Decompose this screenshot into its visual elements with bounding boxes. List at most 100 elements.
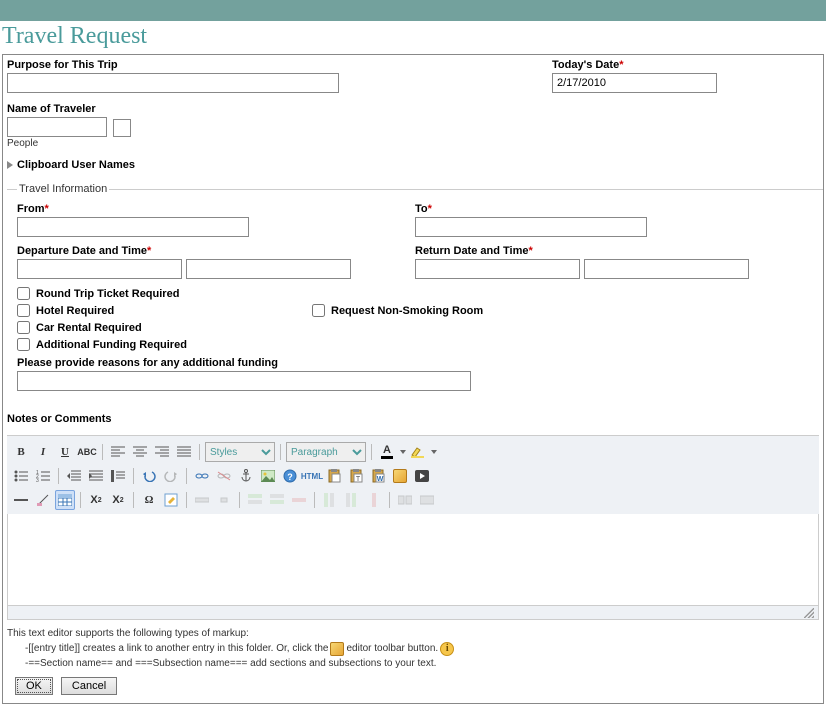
- return-date-input[interactable]: [415, 259, 580, 279]
- align-left-button[interactable]: [108, 442, 128, 462]
- chevron-right-icon: [7, 161, 13, 169]
- superscript-button[interactable]: X2: [108, 490, 128, 510]
- unordered-list-button[interactable]: [11, 466, 31, 486]
- today-date-input[interactable]: [552, 73, 717, 93]
- help-button[interactable]: ?: [280, 466, 300, 486]
- separator-icon: [389, 492, 390, 508]
- traveler-helper: People: [7, 138, 819, 149]
- svg-text:3: 3: [36, 478, 39, 482]
- car-rental-label: Car Rental Required: [36, 322, 142, 334]
- clipboard-toggle[interactable]: Clipboard User Names: [7, 159, 819, 171]
- nonsmoking-label: Request Non-Smoking Room: [331, 305, 483, 317]
- info-icon[interactable]: i: [440, 642, 454, 656]
- separator-icon: [371, 444, 372, 460]
- align-center-button[interactable]: [130, 442, 150, 462]
- table-button[interactable]: [55, 490, 75, 510]
- italic-button[interactable]: I: [33, 442, 53, 462]
- car-rental-checkbox[interactable]: [17, 321, 30, 334]
- split-cells-button[interactable]: [395, 490, 415, 510]
- separator-icon: [80, 492, 81, 508]
- reasons-input[interactable]: [17, 371, 471, 391]
- remove-format-button[interactable]: [33, 490, 53, 510]
- editor-textarea[interactable]: [7, 514, 819, 606]
- paragraph-select[interactable]: Paragraph: [286, 442, 366, 462]
- undo-button[interactable]: [139, 466, 159, 486]
- paste-button[interactable]: [324, 466, 344, 486]
- horizontal-rule-button[interactable]: [11, 490, 31, 510]
- table-cell-props-button[interactable]: [214, 490, 234, 510]
- departure-date-input[interactable]: [17, 259, 182, 279]
- traveler-input[interactable]: [7, 117, 107, 137]
- merge-cells-button[interactable]: [417, 490, 437, 510]
- clipboard-label: Clipboard User Names: [17, 159, 135, 171]
- delete-row-button[interactable]: [289, 490, 309, 510]
- cube-icon: [393, 469, 407, 483]
- return-time-input[interactable]: [584, 259, 749, 279]
- image-button[interactable]: [258, 466, 278, 486]
- editor-help-text: This text editor supports the following …: [7, 626, 819, 671]
- separator-icon: [239, 492, 240, 508]
- blockquote-button[interactable]: [108, 466, 128, 486]
- indent-button[interactable]: [86, 466, 106, 486]
- link-entry-button[interactable]: [390, 466, 410, 486]
- insert-col-before-button[interactable]: [320, 490, 340, 510]
- highlight-color-button[interactable]: [408, 442, 428, 462]
- delete-col-button[interactable]: [364, 490, 384, 510]
- nonsmoking-checkbox[interactable]: [312, 304, 325, 317]
- dropdown-caret-icon[interactable]: [400, 450, 406, 454]
- unlink-button[interactable]: [214, 466, 234, 486]
- travel-information-legend: Travel Information: [17, 183, 109, 195]
- html-source-button[interactable]: HTML: [302, 466, 322, 486]
- redo-button[interactable]: [161, 466, 181, 486]
- purpose-input[interactable]: [7, 73, 339, 93]
- resize-grip-icon[interactable]: [804, 608, 814, 618]
- outdent-button[interactable]: [64, 466, 84, 486]
- align-right-button[interactable]: [152, 442, 172, 462]
- notes-label: Notes or Comments: [7, 413, 819, 425]
- link-button[interactable]: [192, 466, 212, 486]
- edit-button[interactable]: [161, 490, 181, 510]
- round-trip-checkbox[interactable]: [17, 287, 30, 300]
- special-char-button[interactable]: Ω: [139, 490, 159, 510]
- today-date-label: Today's Date*: [552, 59, 819, 71]
- top-band: [0, 0, 826, 21]
- traveler-label: Name of Traveler: [7, 103, 819, 115]
- underline-button[interactable]: U: [55, 442, 75, 462]
- from-input[interactable]: [17, 217, 249, 237]
- subscript-button[interactable]: X2: [86, 490, 106, 510]
- insert-row-before-button[interactable]: [245, 490, 265, 510]
- table-row-props-button[interactable]: [192, 490, 212, 510]
- separator-icon: [314, 492, 315, 508]
- additional-funding-checkbox[interactable]: [17, 338, 30, 351]
- ok-button[interactable]: OK: [15, 677, 53, 695]
- separator-icon: [133, 468, 134, 484]
- youtube-button[interactable]: [412, 466, 432, 486]
- form-container: Purpose for This Trip Today's Date* Name…: [2, 54, 824, 704]
- traveler-lookup-button[interactable]: [113, 119, 131, 137]
- round-trip-label: Round Trip Ticket Required: [36, 288, 179, 300]
- additional-funding-label: Additional Funding Required: [36, 339, 187, 351]
- departure-time-input[interactable]: [186, 259, 351, 279]
- paste-text-button[interactable]: T: [346, 466, 366, 486]
- svg-text:T: T: [356, 476, 361, 483]
- separator-icon: [186, 468, 187, 484]
- strikethrough-button[interactable]: ABC: [77, 442, 97, 462]
- to-label: To*: [415, 203, 813, 215]
- insert-row-after-button[interactable]: [267, 490, 287, 510]
- insert-col-after-button[interactable]: [342, 490, 362, 510]
- anchor-button[interactable]: [236, 466, 256, 486]
- reasons-label: Please provide reasons for any additiona…: [17, 357, 813, 369]
- ordered-list-button[interactable]: 123: [33, 466, 53, 486]
- separator-icon: [58, 468, 59, 484]
- bold-button[interactable]: B: [11, 442, 31, 462]
- dropdown-caret-icon[interactable]: [431, 450, 437, 454]
- align-justify-button[interactable]: [174, 442, 194, 462]
- separator-icon: [280, 444, 281, 460]
- to-input[interactable]: [415, 217, 647, 237]
- paste-word-button[interactable]: W: [368, 466, 388, 486]
- hotel-checkbox[interactable]: [17, 304, 30, 317]
- cancel-button[interactable]: Cancel: [61, 677, 117, 695]
- return-label: Return Date and Time*: [415, 245, 813, 257]
- styles-select[interactable]: Styles: [205, 442, 275, 462]
- text-color-button[interactable]: A: [377, 442, 397, 462]
